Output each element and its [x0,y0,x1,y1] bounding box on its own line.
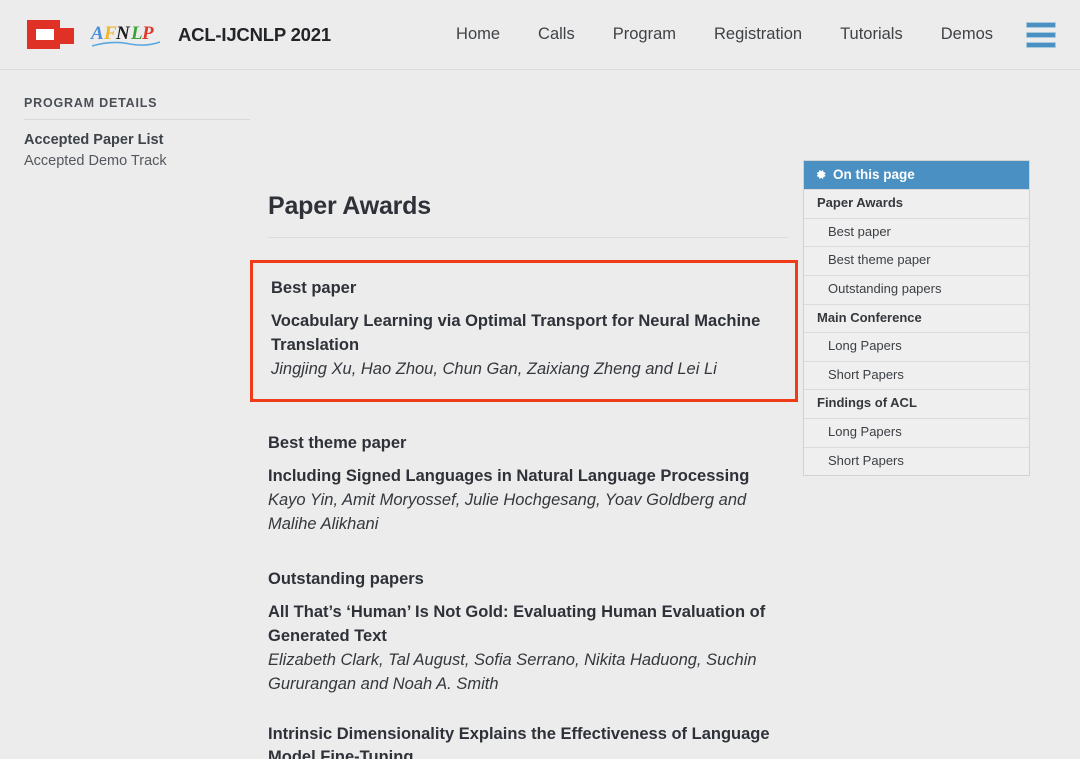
title-divider [268,237,788,238]
svg-text:L: L [130,23,143,44]
afnlp-logo: A F N L P [90,23,161,47]
brand-home-link[interactable]: A F N L P ACL-IJCNLP 2021 [24,18,331,52]
svg-text:A: A [90,23,104,44]
award-entry-best-theme-paper: Best theme paper Including Signed Langua… [268,432,788,537]
award-entry-outstanding-papers: Outstanding papers All That’s ‘Human’ Is… [268,568,788,696]
nav-item-tutorials[interactable]: Tutorials [821,19,922,50]
nav-item-registration[interactable]: Registration [695,19,821,50]
paper-title: Intrinsic Dimensionality Explains the Ef… [268,725,770,759]
nav-item-demos[interactable]: Demos [922,19,1012,50]
svg-text:N: N [115,23,131,44]
brand-title: ACL-IJCNLP 2021 [178,23,331,45]
svg-text:F: F [103,23,117,44]
hamburger-icon[interactable] [1026,21,1056,48]
hamburger-bar [1026,41,1056,48]
hamburger-bar [1026,21,1056,28]
nav-item-calls[interactable]: Calls [519,19,594,50]
paper-authors: Kayo Yin, Amit Moryossef, Julie Hochgesa… [268,491,747,533]
otp-item-main-conference[interactable]: Main Conference [804,303,1029,333]
gear-icon [816,170,826,179]
awards-list: Best paper Vocabulary Learning via Optim… [250,260,798,759]
main-nav: Home Calls Program Registration Tutorial… [437,19,1060,50]
svg-text:P: P [141,23,154,44]
nav-item-program[interactable]: Program [594,19,695,50]
paper-title: All That’s ‘Human’ Is Not Gold: Evaluati… [268,603,766,645]
page-body: PROGRAM DETAILS Accepted Paper List Acce… [0,70,1080,759]
otp-item-paper-awards[interactable]: Paper Awards [804,189,1029,218]
otp-item-main-short-papers[interactable]: Short Papers [804,360,1029,390]
award-entry-outstanding-paper-2: Intrinsic Dimensionality Explains the Ef… [268,723,788,759]
page-title: Paper Awards [268,192,431,220]
paper-title: Including Signed Languages in Natural La… [268,466,750,485]
otp-item-findings-of-acl[interactable]: Findings of ACL [804,389,1029,418]
sidebar-item-accepted-paper-list[interactable]: Accepted Paper List [24,130,250,151]
otp-item-best-theme-paper[interactable]: Best theme paper [804,246,1029,275]
otp-item-main-long-papers[interactable]: Long Papers [804,332,1029,361]
sidebar-heading: PROGRAM DETAILS [24,96,250,120]
acl-logo [27,19,74,49]
site-header: A F N L P ACL-IJCNLP 2021 Home Calls Pro… [0,0,1080,70]
paper-title: Vocabulary Learning via Optimal Transpor… [271,312,761,354]
sidebar-item-accepted-demo-track[interactable]: Accepted Demo Track [24,151,250,172]
otp-item-outstanding-papers[interactable]: Outstanding papers [804,274,1029,304]
hamburger-bar [1026,31,1056,38]
on-this-page-label: On this page [833,167,915,182]
nav-item-home[interactable]: Home [437,19,519,50]
paper-authors: Jingjing Xu, Hao Zhou, Chun Gan, Zaixian… [271,360,717,379]
left-sidebar: PROGRAM DETAILS Accepted Paper List Acce… [24,96,250,171]
otp-item-findings-short-papers[interactable]: Short Papers [804,446,1029,476]
award-entry-best-paper: Best paper Vocabulary Learning via Optim… [250,260,798,402]
on-this-page-header[interactable]: On this page [804,161,1029,189]
main-content: Paper Awards Best paper Vocabulary Learn… [250,70,798,759]
award-label: Outstanding papers [268,570,424,589]
award-label: Best theme paper [268,433,407,452]
sidebar-links: Accepted Paper List Accepted Demo Track [24,130,250,171]
otp-item-findings-long-papers[interactable]: Long Papers [804,418,1029,447]
paper-authors: Elizabeth Clark, Tal August, Sofia Serra… [268,651,757,693]
otp-item-best-paper[interactable]: Best paper [804,217,1029,247]
on-this-page-panel: On this page Paper Awards Best paper Bes… [803,160,1030,477]
award-label: Best paper [271,279,357,297]
